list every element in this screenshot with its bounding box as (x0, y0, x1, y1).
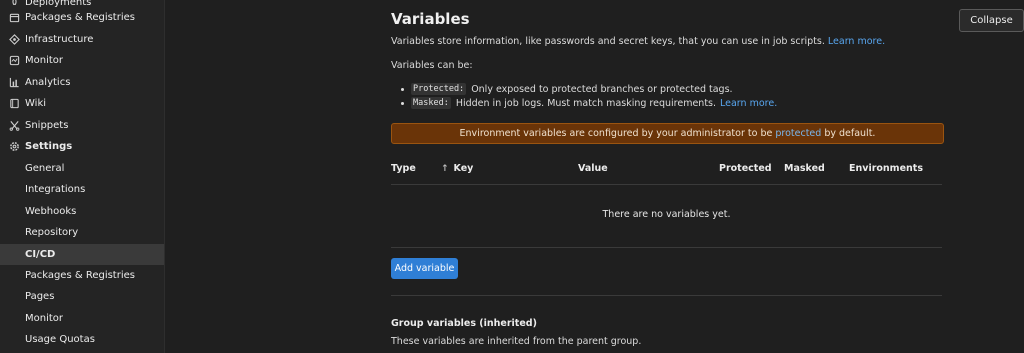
sidebar-item-label: CI/CD (25, 249, 56, 260)
add-variable-button[interactable]: Add variable (391, 258, 458, 279)
sidebar-item-snippets[interactable]: Snippets (0, 115, 164, 136)
column-header-type[interactable]: Type (391, 163, 416, 174)
sort-arrow-icon: ↑ (441, 163, 449, 174)
sidebar-item-label: Usage Quotas (25, 334, 95, 345)
bullet-dot (401, 101, 404, 105)
section-description: Variables store information, like passwo… (391, 36, 885, 47)
section-divider (391, 295, 942, 296)
alert-protected-link[interactable]: protected (775, 128, 821, 139)
bullet-dot (401, 87, 404, 91)
protected-code: Protected: (411, 83, 467, 95)
main-content: Variables Collapse Variables store infor… (164, 0, 1024, 353)
sidebar-item-label: Analytics (25, 77, 71, 88)
collapse-button[interactable]: Collapse (959, 9, 1024, 32)
group-variables-title: Group variables (inherited) (391, 318, 537, 329)
sidebar-item-label: Packages & Registries (25, 12, 135, 23)
sidebar-item-ci-cd[interactable]: CI/CD (0, 244, 164, 265)
sidebar: Deployments Packages & Registries Infras… (0, 0, 165, 353)
sidebar-item-analytics[interactable]: Analytics (0, 72, 164, 93)
section-title: Variables (391, 10, 470, 28)
package-icon (8, 12, 20, 24)
empty-state-text: There are no variables yet. (602, 209, 731, 220)
sidebar-item-wiki[interactable]: Wiki (0, 93, 164, 114)
variables-can-be-text: Variables can be: (391, 60, 473, 71)
group-variables-description: These variables are inherited from the p… (391, 336, 642, 347)
chart-icon (8, 77, 20, 89)
alert-text: Environment variables are configured by … (459, 128, 773, 139)
learn-more-link[interactable]: Learn more. (828, 36, 885, 47)
sidebar-item-webhooks[interactable]: Webhooks (0, 201, 164, 222)
column-header-environments[interactable]: Environments (849, 163, 923, 174)
sidebar-item-label: Snippets (25, 120, 69, 131)
table-divider (391, 247, 942, 248)
column-header-key-label: Key (453, 163, 474, 174)
sidebar-item-infrastructure[interactable]: Infrastructure (0, 29, 164, 50)
sidebar-item-general[interactable]: General (0, 158, 164, 179)
column-header-protected[interactable]: Protected (719, 163, 772, 174)
sidebar-item-settings[interactable]: Settings (0, 136, 164, 157)
bullet-protected: Protected: Only exposed to protected bra… (401, 83, 733, 95)
sidebar-item-label: Webhooks (25, 206, 77, 217)
masked-text: Hidden in job logs. Must match masking r… (455, 97, 717, 109)
sidebar-item-label: General (25, 163, 65, 174)
warning-alert: Environment variables are configured by … (391, 123, 944, 144)
column-header-key[interactable]: ↑ Key (441, 163, 473, 174)
sidebar-item-monitor-settings[interactable]: Monitor (0, 308, 164, 329)
sidebar-item-packages-registries-settings[interactable]: Packages & Registries (0, 265, 164, 286)
sidebar-item-monitor[interactable]: Monitor (0, 50, 164, 71)
sidebar-item-label: Infrastructure (25, 34, 94, 45)
protected-text: Only exposed to protected branches or pr… (471, 83, 733, 95)
sidebar-item-label: Packages & Registries (25, 270, 135, 281)
sidebar-item-repository[interactable]: Repository (0, 222, 164, 243)
sidebar-item-label: Monitor (25, 55, 64, 66)
sidebar-item-label: Wiki (25, 98, 47, 109)
sidebar-item-packages-registries[interactable]: Packages & Registries (0, 7, 164, 28)
column-header-value[interactable]: Value (578, 163, 608, 174)
bullet-masked: Masked: Hidden in job logs. Must match m… (401, 97, 777, 109)
infrastructure-icon (8, 34, 20, 46)
sidebar-item-label: Monitor (25, 313, 64, 324)
monitor-icon (8, 55, 20, 67)
sidebar-item-label: Pages (25, 291, 55, 302)
gear-icon (8, 141, 20, 153)
masking-learn-more-link[interactable]: Learn more. (720, 98, 777, 109)
sidebar-item-label: Settings (25, 141, 73, 152)
scissors-icon (8, 120, 20, 132)
sidebar-item-pages[interactable]: Pages (0, 286, 164, 307)
book-icon (8, 98, 20, 110)
sidebar-item-label: Integrations (25, 184, 86, 195)
column-header-masked[interactable]: Masked (784, 163, 825, 174)
sidebar-item-label: Repository (25, 227, 79, 238)
sidebar-item-integrations[interactable]: Integrations (0, 179, 164, 200)
masked-code: Masked: (411, 97, 451, 109)
sidebar-item-usage-quotas[interactable]: Usage Quotas (0, 329, 164, 350)
alert-text-end: by default. (824, 128, 876, 139)
table-divider (391, 184, 942, 185)
description-text: Variables store information, like passwo… (391, 36, 825, 47)
